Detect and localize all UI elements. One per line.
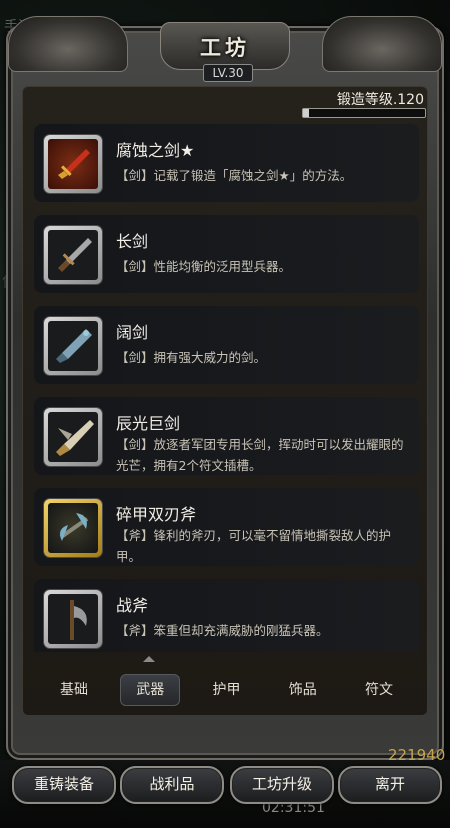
item-name: 长剑 — [116, 232, 149, 251]
item-name: 战斧 — [116, 596, 149, 615]
battle-axe-icon — [48, 594, 98, 644]
corrosion-sword-icon — [48, 139, 98, 189]
tab-basic[interactable]: 基础 — [44, 675, 104, 705]
item-icon-frame — [44, 590, 102, 648]
item-icon-frame — [44, 226, 102, 284]
workshop-upgrade-button[interactable]: 工坊升级 — [230, 766, 334, 804]
item-name: 阔剑 — [116, 323, 149, 342]
item-description: 【剑】拥有强大威力的剑。 — [116, 350, 267, 365]
tab-armor[interactable]: 护甲 — [197, 675, 257, 705]
active-tab-indicator-icon — [143, 656, 155, 662]
double-axe-icon — [48, 503, 98, 553]
item-name: 辰光巨剑 — [116, 414, 181, 433]
gold-amount: 221940 — [388, 746, 446, 764]
item-name: 碎甲双刃斧 — [116, 505, 197, 524]
item-description: 【剑】放逐者军团专用长剑，挥动时可以发出耀眼的光芒，拥有2个符文插槽。 — [116, 437, 404, 473]
recipe-list[interactable]: 腐蚀之剑★ 【剑】记载了锻造「腐蚀之剑★」的方法。 长剑 【剑】性能均衡的泛用型… — [34, 124, 419, 652]
item-icon-frame — [44, 499, 102, 557]
recipe-item[interactable]: 战斧 【斧】笨重但却充满威胁的刚猛兵器。 — [34, 579, 419, 652]
item-description: 【斧】锋利的斧刃，可以毫不留情地撕裂敌人的护甲。 — [116, 528, 392, 564]
broadsword-icon — [48, 321, 98, 371]
forge-level-label: 锻造等级.120 — [336, 92, 424, 108]
level-badge: LV.30 — [203, 64, 253, 82]
forge-progress-fill — [303, 109, 310, 117]
recast-equipment-button[interactable]: 重铸装备 — [12, 766, 116, 804]
longsword-icon — [48, 230, 98, 280]
item-name: 腐蚀之剑★ — [116, 141, 195, 160]
recipe-item[interactable]: 长剑 【剑】性能均衡的泛用型兵器。 — [34, 215, 419, 293]
window-title: 工坊 — [200, 36, 250, 60]
recipe-item[interactable]: 辰光巨剑 【剑】放逐者军团专用长剑，挥动时可以发出耀眼的光芒，拥有2个符文插槽。 — [34, 397, 419, 475]
tab-weapons[interactable]: 武器 — [120, 674, 181, 706]
greatsword-icon — [48, 412, 98, 462]
loot-button[interactable]: 战利品 — [120, 766, 224, 804]
recipe-item[interactable]: 腐蚀之剑★ 【剑】记载了锻造「腐蚀之剑★」的方法。 — [34, 124, 419, 202]
item-icon-frame — [44, 408, 102, 466]
leave-button[interactable]: 离开 — [338, 766, 442, 804]
item-icon-frame — [44, 135, 102, 193]
item-description: 【剑】记载了锻造「腐蚀之剑★」的方法。 — [116, 168, 353, 183]
item-description: 【斧】笨重但却充满威胁的刚猛兵器。 — [116, 623, 329, 638]
recipe-item[interactable]: 阔剑 【剑】拥有强大威力的剑。 — [34, 306, 419, 384]
recipe-item[interactable]: 碎甲双刃斧 【斧】锋利的斧刃，可以毫不留情地撕裂敌人的护甲。 — [34, 488, 419, 566]
item-icon-frame — [44, 317, 102, 375]
tab-accessories[interactable]: 饰品 — [273, 675, 333, 705]
category-tabs: 基础 武器 护甲 饰品 符文 — [34, 670, 419, 710]
tab-runes[interactable]: 符文 — [349, 675, 409, 705]
forge-progress-bar — [302, 108, 426, 118]
item-description: 【剑】性能均衡的泛用型兵器。 — [116, 259, 292, 274]
